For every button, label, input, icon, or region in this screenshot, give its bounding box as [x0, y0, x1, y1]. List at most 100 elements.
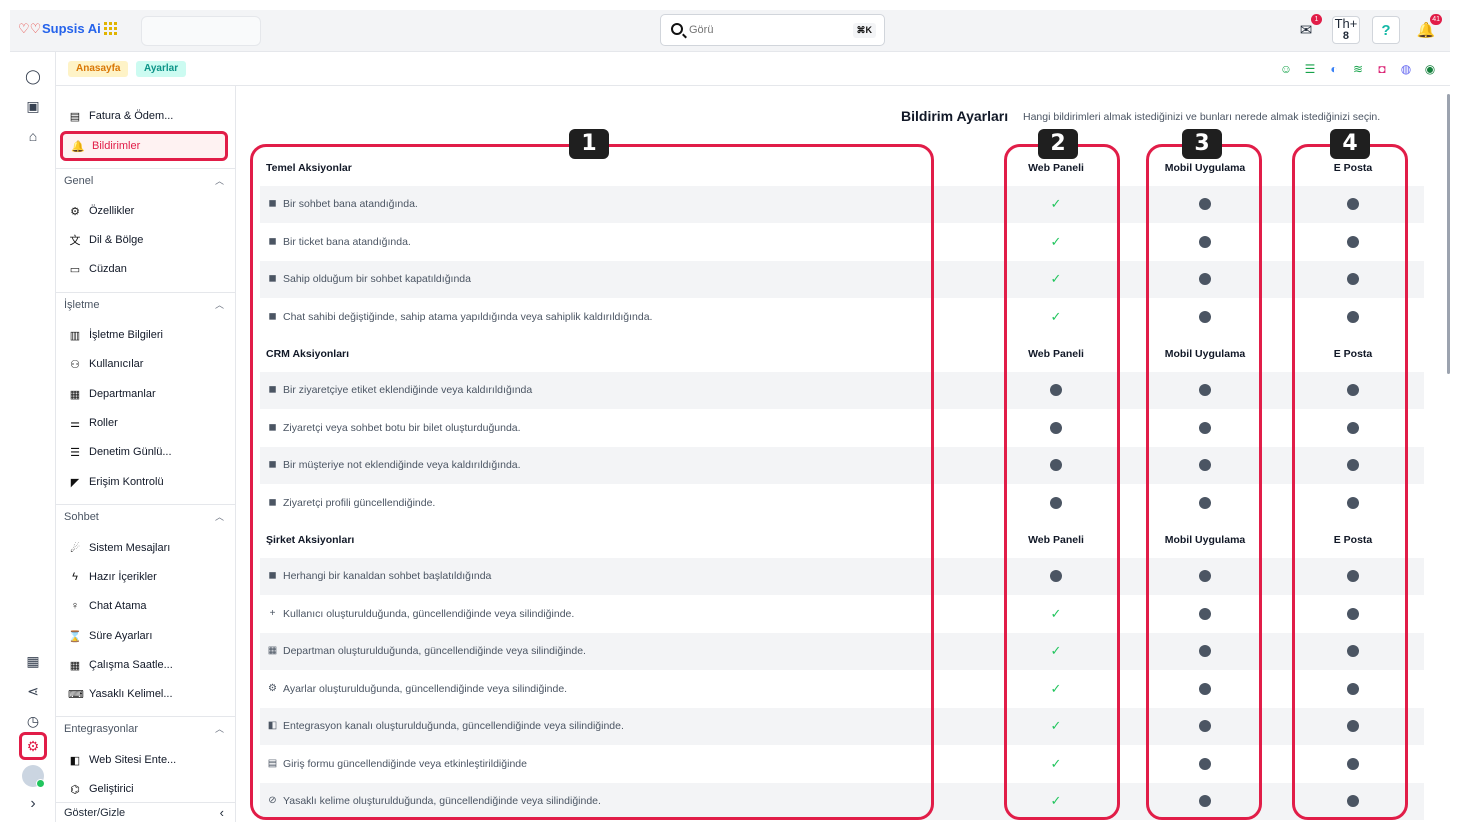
web-toggle[interactable]: ✓: [991, 309, 1121, 325]
web-toggle[interactable]: ✓: [991, 681, 1121, 697]
email-toggle[interactable]: [1288, 457, 1418, 473]
sidebar-item-banned-words[interactable]: ⌨ Yasaklı Kelimel...: [68, 683, 173, 705]
section-entegrasyonlar[interactable]: Entegrasyonlar ︿: [56, 716, 235, 740]
email-toggle[interactable]: [1288, 234, 1418, 250]
scrollbar[interactable]: [1447, 94, 1450, 374]
sidebar-item-notifications[interactable]: 🔔 Bildirimler: [60, 131, 228, 161]
email-toggle[interactable]: [1288, 382, 1418, 398]
email-toggle[interactable]: [1288, 568, 1418, 584]
breadcrumb-home[interactable]: Anasayfa: [68, 61, 129, 77]
sidebar-item-access-control[interactable]: ◤ Erişim Kontrolü: [68, 471, 164, 493]
instagram-icon[interactable]: ◘: [1374, 61, 1390, 77]
email-toggle[interactable]: [1288, 420, 1418, 436]
messenger-icon[interactable]: ◍: [1398, 61, 1414, 77]
email-toggle[interactable]: [1288, 271, 1418, 287]
email-toggle[interactable]: [1288, 681, 1418, 697]
list-icon[interactable]: ☰: [1302, 61, 1318, 77]
web-toggle[interactable]: [991, 495, 1121, 511]
mobile-toggle[interactable]: [1140, 495, 1270, 511]
sidebar-item-business-info[interactable]: ▥ İşletme Bilgileri: [68, 324, 163, 346]
avatar[interactable]: [22, 765, 45, 788]
sidebar-item-time-settings[interactable]: ⌛ Süre Ayarları: [68, 625, 152, 647]
mobile-toggle[interactable]: [1140, 382, 1270, 398]
web-toggle[interactable]: [991, 420, 1121, 436]
mobile-toggle[interactable]: [1140, 756, 1270, 772]
toggle-sidebar[interactable]: Göster/Gizle ‹: [56, 802, 235, 822]
sidebar-item-users[interactable]: ⚇ Kullanıcılar: [68, 353, 143, 375]
mobile-toggle[interactable]: [1140, 196, 1270, 212]
web-toggle[interactable]: ✓: [991, 793, 1121, 809]
search-icon: [671, 23, 683, 35]
whatsapp-icon[interactable]: ◉: [1422, 61, 1438, 77]
rail-expand-icon[interactable]: ›: [19, 790, 47, 818]
rail-chat-icon[interactable]: ◯: [19, 62, 47, 90]
sidebar-item-departments[interactable]: ▦ Departmanlar: [68, 383, 156, 405]
sidebar-item-system-messages[interactable]: ☄ Sistem Mesajları: [68, 537, 170, 559]
web-toggle[interactable]: ✓: [991, 756, 1121, 772]
sidebar-item-features[interactable]: ⚙ Özellikler: [68, 200, 134, 222]
workspace-selector[interactable]: [141, 16, 261, 46]
web-toggle[interactable]: [991, 457, 1121, 473]
email-toggle[interactable]: [1288, 718, 1418, 734]
mobile-toggle[interactable]: [1140, 606, 1270, 622]
web-toggle[interactable]: [991, 382, 1121, 398]
email-toggle[interactable]: [1288, 793, 1418, 809]
email-toggle[interactable]: [1288, 495, 1418, 511]
rail-inbox-icon[interactable]: ⌂: [19, 122, 47, 150]
web-toggle[interactable]: ✓: [991, 234, 1121, 250]
mobile-toggle[interactable]: [1140, 568, 1270, 584]
email-toggle[interactable]: [1288, 643, 1418, 659]
sidebar-item-audit-log[interactable]: ☰ Denetim Günlü...: [68, 441, 171, 463]
rail-settings-icon[interactable]: ⚙: [19, 732, 47, 760]
section-isletme[interactable]: İşletme ︿: [56, 292, 235, 316]
search-box[interactable]: ⌘K: [660, 14, 885, 46]
sidebar-item-website-integration[interactable]: ◧ Web Sitesi Ente...: [68, 749, 176, 771]
email-toggle[interactable]: [1288, 756, 1418, 772]
mail-button[interactable]: ✉ 1: [1292, 14, 1322, 44]
web-toggle[interactable]: [991, 568, 1121, 584]
app-logo[interactable]: ♡♡ Supsis Ai: [18, 21, 101, 36]
sidebar-item-developer[interactable]: ⌬ Geliştirici: [68, 778, 133, 800]
rail-share-icon[interactable]: ⋖: [19, 677, 47, 705]
apps-grid-icon[interactable]: [104, 22, 117, 35]
sidebar-item-chat-assignment[interactable]: ♀ Chat Atama: [68, 595, 147, 617]
email-toggle[interactable]: [1288, 606, 1418, 622]
mobile-toggle[interactable]: [1140, 793, 1270, 809]
mobile-toggle[interactable]: [1140, 271, 1270, 287]
sidebar-item-canned-content[interactable]: ϟ Hazır İçerikler: [68, 566, 157, 588]
sidebar-item-wallet[interactable]: ▭ Cüzdan: [68, 258, 127, 280]
web-toggle[interactable]: ✓: [991, 271, 1121, 287]
group-header: CRM Aksiyonları Web Paneli Mobil Uygulama E…: [260, 336, 1424, 372]
sidebar-item-working-hours[interactable]: ▦ Çalışma Saatle...: [68, 654, 173, 676]
email-toggle[interactable]: [1288, 196, 1418, 212]
mobile-toggle[interactable]: [1140, 420, 1270, 436]
notifications-button[interactable]: 🔔 41: [1412, 14, 1442, 44]
rail-contacts-icon[interactable]: ▣: [19, 92, 47, 120]
sidebar-item-roles[interactable]: ⚌ Roller: [68, 412, 118, 434]
mobile-toggle[interactable]: [1140, 234, 1270, 250]
search-input[interactable]: [689, 22, 839, 38]
web-toggle[interactable]: ✓: [991, 606, 1121, 622]
bot-icon[interactable]: ☺: [1278, 61, 1294, 77]
mobile-toggle[interactable]: [1140, 457, 1270, 473]
mobile-toggle[interactable]: [1140, 718, 1270, 734]
section-genel[interactable]: Genel ︿: [56, 168, 235, 192]
sidebar-item-language[interactable]: 文 Dil & Bölge: [68, 229, 144, 251]
web-toggle[interactable]: ✓: [991, 643, 1121, 659]
rail-history-icon[interactable]: ◷: [19, 707, 47, 735]
help-button[interactable]: ?: [1372, 16, 1400, 44]
mobile-toggle[interactable]: [1140, 309, 1270, 325]
wifi-icon[interactable]: ≋: [1350, 61, 1366, 77]
web-toggle[interactable]: ✓: [991, 196, 1121, 212]
sidebar-item-billing[interactable]: ▤ Fatura & Ödem...: [68, 105, 174, 127]
email-toggle[interactable]: [1288, 309, 1418, 325]
mobile-toggle[interactable]: [1140, 643, 1270, 659]
workspace-button[interactable]: Th+ 8: [1332, 16, 1360, 44]
mobile-toggle[interactable]: [1140, 681, 1270, 697]
breadcrumb-current[interactable]: Ayarlar: [136, 61, 187, 77]
chevron-up-icon: ︿: [214, 512, 224, 522]
voice-icon[interactable]: ◐: [1326, 61, 1342, 77]
rail-dashboard-icon[interactable]: ▦: [19, 647, 47, 675]
web-toggle[interactable]: ✓: [991, 718, 1121, 734]
section-sohbet[interactable]: Sohbet ︿: [56, 504, 235, 528]
